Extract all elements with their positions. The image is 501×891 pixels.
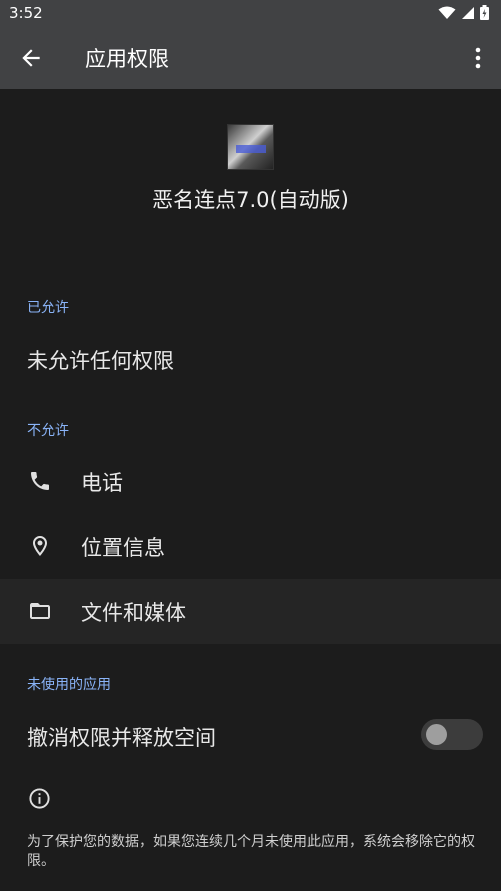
location-icon [33,536,47,556]
permission-label: 位置信息 [81,536,165,560]
page-title: 应用权限 [85,47,169,71]
unused-apps-footnote: 为了保护您的数据，如果您连续几个月未使用此应用，系统会移除它的权限。 [27,834,475,869]
folder-icon [30,603,50,619]
battery-icon [480,5,489,20]
status-bar: 3:52 [0,0,501,26]
permission-item-phone[interactable]: 电话 [0,449,501,514]
permission-label: 电话 [81,471,123,495]
more-options-icon[interactable] [473,46,483,70]
permission-label: 文件和媒体 [81,601,186,625]
phone-icon [31,472,49,490]
info-icon [29,788,50,809]
section-unused-apps-label: 未使用的应用 [27,677,111,693]
permission-item-files-media[interactable]: 文件和媒体 [0,579,501,644]
app-icon [227,124,274,170]
back-arrow-icon[interactable] [18,45,44,71]
app-bar: 应用权限 [0,26,501,89]
toggle-knob [426,724,447,745]
signal-icon [462,6,474,19]
revoke-permissions-toggle[interactable] [421,719,483,750]
revoke-permissions-label: 撤消权限并释放空间 [27,726,216,750]
permission-item-location[interactable]: 位置信息 [0,514,501,579]
app-name: 恶名连点7.0(自动版) [152,188,349,212]
section-allowed-label: 已允许 [27,300,69,316]
no-permissions-allowed-text: 未允许任何权限 [27,349,174,373]
section-not-allowed-label: 不允许 [27,423,69,439]
wifi-icon [438,6,456,19]
status-time: 3:52 [9,4,43,22]
app-header: 恶名连点7.0(自动版) [0,89,501,244]
